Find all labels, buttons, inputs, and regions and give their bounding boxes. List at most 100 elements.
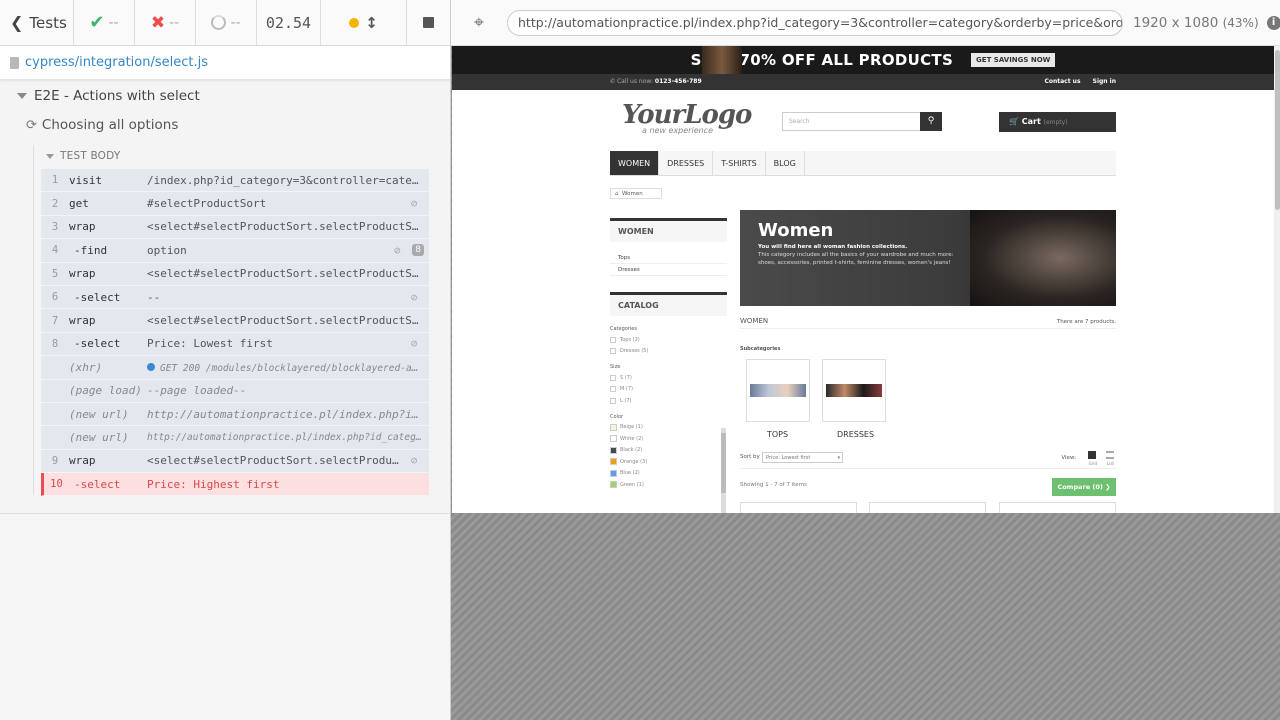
sort-label: Sort by: [740, 454, 760, 460]
menu-item-blog[interactable]: BLOG: [766, 151, 805, 175]
command-row-active[interactable]: 10 -select Price: Highest first: [41, 473, 429, 497]
command-row[interactable]: 9 wrap <select#selectProductSort.selectP…: [41, 449, 429, 474]
color-swatch[interactable]: [610, 423, 617, 431]
command-number: 10: [50, 478, 63, 491]
command-name: wrap: [69, 454, 96, 468]
banner-image: [702, 46, 742, 74]
product-card[interactable]: [740, 502, 857, 513]
list-view-icon[interactable]: [1106, 451, 1114, 459]
menu-item-dresses[interactable]: DRESSES: [659, 151, 714, 175]
phone-icon: ✆: [610, 78, 616, 85]
color-swatch[interactable]: [610, 481, 617, 489]
menu-item-women[interactable]: WOMEN: [610, 151, 660, 175]
info-icon[interactable]: i: [1266, 15, 1280, 30]
suite-title[interactable]: E2E - Actions with select: [17, 88, 200, 104]
cart-button[interactable]: 🛒 Cart (empty): [999, 112, 1116, 132]
search-input[interactable]: Search: [782, 112, 922, 131]
product-count: There are 7 products.: [1056, 319, 1116, 325]
cart-icon: 🛒: [1009, 117, 1019, 126]
command-row[interactable]: 7 wrap <select#selectProductSort.selectP…: [41, 309, 429, 333]
subcategory-name[interactable]: TOPS: [767, 430, 788, 439]
command-row-new-url[interactable]: (new url) http://automationpractice.pl/i…: [41, 402, 429, 427]
test-body-toggle[interactable]: TEST BODY: [46, 150, 120, 162]
signin-link[interactable]: Sign in: [1093, 78, 1116, 85]
grid-view-icon[interactable]: [1088, 451, 1096, 459]
contact-link[interactable]: Contact us: [1044, 78, 1080, 85]
selector-playground-button[interactable]: ⌖: [451, 12, 507, 33]
viewport-info[interactable]: 1920 x 1080 (43%): [1133, 15, 1259, 31]
command-row[interactable]: 6 -select -- ⊘: [41, 285, 429, 310]
aut-runner-panel: ⌖ http://automationpractice.pl/index.php…: [450, 0, 1280, 720]
filter-option-color[interactable]: Blue (2): [610, 468, 727, 480]
filter-option[interactable]: Dresses (5): [610, 346, 727, 358]
compare-button[interactable]: Compare (0) ❯: [1052, 478, 1116, 496]
command-row[interactable]: 5 wrap <select#selectProductSort.selectP…: [41, 262, 429, 286]
filter-scrollbar[interactable]: [721, 428, 726, 513]
showing-count: Showing 1 - 7 of 7 items: [740, 482, 807, 488]
checkbox[interactable]: [610, 374, 616, 381]
product-card[interactable]: [999, 502, 1116, 513]
aut-scrollbar[interactable]: [1274, 46, 1280, 513]
breadcrumb: ⌂ Women: [610, 188, 662, 199]
filter-option[interactable]: L (7): [610, 395, 727, 407]
filter-scrollbar-thumb[interactable]: [721, 433, 726, 493]
promo-banner[interactable]: SALE 70% OFF ALL PRODUCTS GET SAVINGS NO…: [452, 46, 1274, 74]
filter-option-label: S (7): [620, 374, 632, 381]
filter-option-color[interactable]: White (2): [610, 433, 727, 445]
cart-label: Cart: [1021, 117, 1041, 126]
sort-select[interactable]: Price: Lowest first ▾: [762, 452, 843, 463]
product-card[interactable]: [869, 502, 986, 513]
filter-option-color[interactable]: Beige (1): [610, 422, 727, 434]
subcategory-tops[interactable]: [746, 359, 810, 422]
url-display[interactable]: http://automationpractice.pl/index.php?i…: [507, 9, 1123, 36]
view-label: View:: [1061, 455, 1076, 461]
command-row[interactable]: 1 visit /index.php?id_category=3&control…: [41, 169, 429, 193]
command-row[interactable]: 3 wrap <select#selectProductSort.selectP…: [41, 215, 429, 240]
color-swatch[interactable]: [610, 435, 617, 443]
category-heading: WOMEN There are 7 products.: [740, 317, 1116, 329]
aut-iframe[interactable]: SALE 70% OFF ALL PRODUCTS GET SAVINGS NO…: [452, 46, 1274, 513]
spec-file-link[interactable]: cypress/integration/select.js: [25, 55, 208, 70]
tests-back-button[interactable]: ❮ Tests: [0, 0, 74, 46]
command-name: (new url): [69, 430, 129, 444]
filter-option[interactable]: M (7): [610, 384, 727, 396]
checkbox[interactable]: [610, 386, 616, 393]
home-icon[interactable]: ⌂: [615, 191, 619, 197]
command-row[interactable]: 8 -select Price: Lowest first ⊘: [41, 332, 429, 357]
checkbox[interactable]: [610, 397, 616, 404]
filter-option[interactable]: Tops (2): [610, 334, 727, 346]
sidebar-item-tops[interactable]: Tops: [610, 252, 727, 264]
grid-label: Grid: [1088, 461, 1097, 466]
passed-stat: ✔ --: [74, 0, 135, 46]
sidebar-item-dresses[interactable]: Dresses: [610, 264, 727, 276]
command-message: Price: Highest first: [147, 477, 280, 491]
filter-option-color[interactable]: Black (2): [610, 445, 727, 457]
test-title[interactable]: ⟳ Choosing all options: [26, 117, 178, 133]
aut-scrollbar-thumb[interactable]: [1275, 50, 1280, 210]
command-name: -select: [74, 477, 121, 491]
command-row-new-url[interactable]: (new url) http://automationpractice.pl/i…: [41, 426, 429, 450]
search-button[interactable]: ⚲: [920, 112, 942, 131]
auto-scroll-toggle[interactable]: ↕: [321, 0, 407, 46]
checkbox[interactable]: [610, 348, 616, 355]
command-message: --: [147, 290, 161, 304]
filter-option-color[interactable]: Green (1): [610, 479, 727, 491]
filter-option[interactable]: S (7): [610, 372, 727, 384]
subcategory-name[interactable]: DRESSES: [837, 430, 874, 439]
menu-item-tshirts[interactable]: T-SHIRTS: [713, 151, 766, 175]
stop-button[interactable]: [407, 0, 450, 46]
color-swatch[interactable]: [610, 469, 617, 477]
subcategory-dresses[interactable]: [822, 359, 886, 422]
command-row[interactable]: 2 get #selectProductSort ⊘: [41, 192, 429, 216]
checkbox[interactable]: [610, 336, 616, 343]
banner-button[interactable]: GET SAVINGS NOW: [971, 53, 1056, 67]
command-row-xhr[interactable]: (xhr) GET 200 /modules/blocklayered/bloc…: [41, 356, 429, 380]
color-swatch[interactable]: [610, 446, 617, 454]
filter-option-color[interactable]: Orange (3): [610, 456, 727, 468]
filter-option-label: M (7): [620, 386, 633, 393]
color-swatch[interactable]: [610, 458, 617, 466]
command-row[interactable]: 4 -find option ⊘ 8: [41, 239, 429, 263]
command-message: http://automationpractice.pl/index.php?i…: [147, 431, 429, 443]
command-number: 6: [51, 291, 59, 304]
command-row-page-load[interactable]: (page load) --page loaded--: [41, 379, 429, 403]
